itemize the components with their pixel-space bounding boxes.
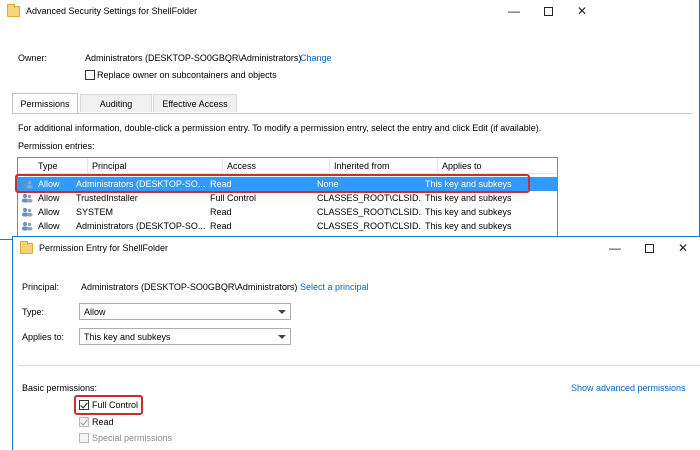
owner-value: Administrators (DESKTOP-SO0GBQR\Administ…: [85, 53, 302, 63]
tab-strip: Permissions Auditing Effective Access: [12, 93, 692, 114]
permission-entries-list[interactable]: Type Principal Access Inherited from App…: [17, 157, 558, 241]
column-header-principal[interactable]: Principal: [88, 158, 223, 174]
advanced-security-titlebar: Advanced Security Settings for ShellFold…: [0, 0, 699, 22]
basic-permissions-label: Basic permissions:: [22, 383, 98, 393]
type-label: Type:: [22, 307, 45, 317]
minimize-icon[interactable]: —: [598, 237, 632, 259]
row-inherited: CLASSES_ROOT\CLSID...: [317, 193, 422, 203]
chevron-down-icon: [278, 335, 286, 339]
row-applies: This key and subkeys: [425, 193, 512, 203]
column-label: Access: [227, 161, 257, 171]
users-icon: [22, 194, 33, 203]
table-row[interactable]: Allow Administrators (DESKTOP-SO... Read…: [18, 219, 557, 233]
applies-to-select-value: This key and subkeys: [84, 331, 171, 342]
tab-permissions[interactable]: Permissions: [12, 93, 78, 113]
full-control-highlight: [74, 395, 143, 415]
special-permissions-label: Special permissions: [92, 433, 173, 443]
applies-to-label: Applies to:: [22, 332, 65, 342]
owner-change-link[interactable]: Change: [300, 53, 332, 63]
close-icon[interactable]: ✕: [565, 0, 599, 22]
applies-to-select[interactable]: This key and subkeys: [79, 328, 291, 345]
row-inherited: CLASSES_ROOT\CLSID...: [317, 221, 422, 231]
advanced-security-window: Advanced Security Settings for ShellFold…: [0, 0, 700, 241]
owner-label: Owner:: [18, 53, 48, 63]
window-title: Permission Entry for ShellFolder: [39, 243, 169, 253]
row-principal: SYSTEM: [76, 207, 114, 217]
row-access: Read: [210, 207, 232, 217]
type-select[interactable]: Allow: [79, 303, 291, 320]
row-applies: This key and subkeys: [425, 207, 512, 217]
replace-owner-checkbox[interactable]: [85, 70, 95, 80]
close-icon[interactable]: ✕: [666, 237, 700, 259]
column-label: Principal: [92, 161, 127, 171]
table-row[interactable]: Allow TrustedInstaller Full Control CLAS…: [18, 191, 557, 205]
replace-owner-label: Replace owner on subcontainers and objec…: [97, 70, 277, 80]
users-icon: [22, 208, 33, 217]
row-applies: This key and subkeys: [425, 221, 512, 231]
minimize-icon[interactable]: —: [497, 0, 531, 22]
tab-effective-access[interactable]: Effective Access: [153, 94, 237, 112]
tab-label: Auditing: [99, 98, 133, 109]
column-label: Inherited from: [334, 161, 390, 171]
type-select-value: Allow: [84, 306, 106, 317]
users-icon: [22, 222, 33, 231]
read-checkbox: [79, 417, 89, 427]
row-principal: Administrators (DESKTOP-SO...: [76, 221, 206, 231]
select-principal-link[interactable]: Select a principal: [300, 282, 369, 292]
chevron-down-icon: [278, 310, 286, 314]
maximize-icon[interactable]: [531, 0, 565, 22]
maximize-icon[interactable]: [632, 237, 666, 259]
permission-entry-titlebar: Permission Entry for ShellFolder — ✕: [13, 237, 700, 259]
row-principal: TrustedInstaller: [76, 193, 138, 203]
selected-row-highlight: [15, 174, 530, 193]
entries-label: Permission entries:: [18, 141, 95, 151]
show-advanced-permissions-link[interactable]: Show advanced permissions: [571, 383, 686, 393]
column-header-access[interactable]: Access: [223, 158, 330, 174]
read-label: Read: [92, 417, 114, 427]
table-row[interactable]: Allow SYSTEM Read CLASSES_ROOT\CLSID... …: [18, 205, 557, 219]
folder-icon: [20, 240, 33, 254]
folder-icon: [7, 3, 20, 17]
list-header: Type Principal Access Inherited from App…: [18, 158, 557, 174]
tab-auditing[interactable]: Auditing: [80, 94, 152, 112]
column-label: Type: [38, 161, 58, 171]
principal-value: Administrators (DESKTOP-SO0GBQR\Administ…: [81, 282, 298, 292]
basic-permissions-divider: [18, 365, 700, 366]
info-text: For additional information, double-click…: [18, 123, 542, 133]
row-inherited: CLASSES_ROOT\CLSID...: [317, 207, 422, 217]
column-header-type[interactable]: Type: [32, 158, 88, 174]
column-label: Applies to: [442, 161, 482, 171]
column-header-inherited[interactable]: Inherited from: [330, 158, 438, 174]
row-access: Read: [210, 221, 232, 231]
row-access: Full Control: [210, 193, 257, 203]
tab-label: Effective Access: [162, 98, 228, 109]
tab-label: Permissions: [20, 98, 70, 109]
window-title: Advanced Security Settings for ShellFold…: [26, 6, 198, 16]
special-permissions-checkbox: [79, 433, 89, 443]
principal-label: Principal:: [22, 282, 60, 292]
permission-entry-window: Permission Entry for ShellFolder — ✕ Pri…: [12, 236, 700, 450]
column-header-applies[interactable]: Applies to: [438, 158, 557, 174]
